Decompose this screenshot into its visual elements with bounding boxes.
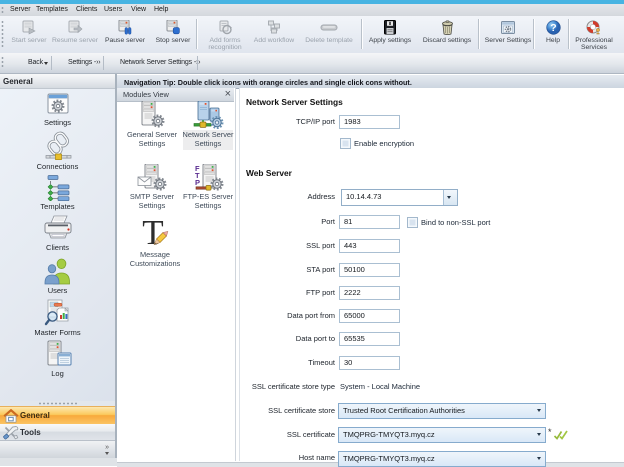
svg-text:?: ? <box>550 22 556 34</box>
svg-text:P: P <box>195 178 200 187</box>
svg-text:T: T <box>142 217 163 249</box>
